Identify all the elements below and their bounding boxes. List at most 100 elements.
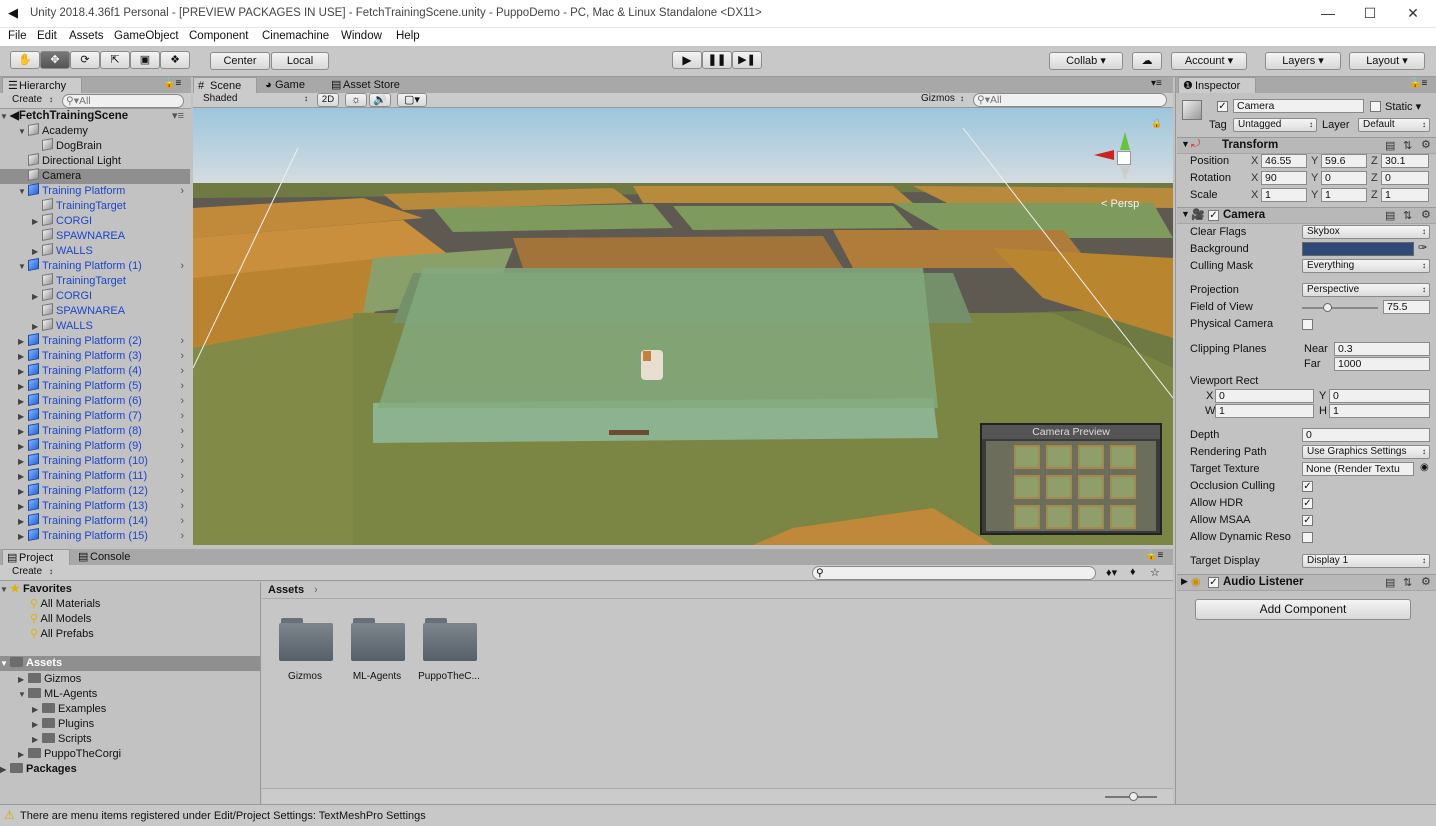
prefab-open-chevron-icon[interactable]: ›: [180, 439, 184, 454]
add-component-button[interactable]: Add Component: [1195, 599, 1411, 620]
play-button[interactable]: ▶: [672, 51, 702, 69]
tab-console[interactable]: ▤ Console: [74, 549, 144, 565]
prefab-open-chevron-icon[interactable]: ›: [180, 484, 184, 499]
lighting-toggle-icon[interactable]: ☼: [345, 93, 367, 107]
scale-tool-icon[interactable]: ⇱: [100, 51, 130, 69]
tab-project[interactable]: ▤ Project: [2, 549, 70, 565]
clear-flags-dropdown[interactable]: Skybox: [1302, 225, 1430, 239]
prefab-open-chevron-icon[interactable]: ›: [180, 349, 184, 364]
target-display-dropdown[interactable]: Display 1: [1302, 554, 1430, 568]
menu-component[interactable]: Component: [189, 30, 248, 42]
hierarchy-item[interactable]: ▶ Training Platform (4) ›: [0, 363, 190, 379]
prefab-open-chevron-icon[interactable]: ›: [180, 184, 184, 199]
audio-toggle-icon[interactable]: 🔊: [369, 93, 391, 107]
persp-label[interactable]: < Persp: [1101, 198, 1139, 210]
hierarchy-item[interactable]: TrainingTarget: [0, 273, 190, 289]
hierarchy-item[interactable]: ▶ CORGI: [0, 213, 190, 229]
rotation-y-field[interactable]: 0: [1321, 171, 1367, 185]
asset-tree-item[interactable]: ▼ ML-Agents: [18, 687, 97, 702]
hierarchy-create-dropdown[interactable]: Create: [8, 94, 56, 108]
lock-icon[interactable]: 🔒≡: [1145, 550, 1163, 561]
expand-arrow-icon[interactable]: ▶: [18, 484, 28, 499]
z-axis-handle[interactable]: [1120, 166, 1130, 180]
prefab-open-chevron-icon[interactable]: ›: [180, 499, 184, 514]
pivot-local-button[interactable]: Local: [271, 52, 329, 70]
asset-tree-item[interactable]: ▶ Plugins: [32, 717, 94, 732]
hierarchy-item[interactable]: Directional Light: [0, 153, 190, 169]
static-checkbox[interactable]: [1370, 101, 1381, 112]
filter-label-icon[interactable]: ♦: [1130, 566, 1136, 578]
step-button[interactable]: ▶❚: [732, 51, 762, 69]
hierarchy-item[interactable]: DogBrain: [0, 138, 190, 154]
gizmos-dropdown[interactable]: Gizmos: [917, 93, 967, 107]
hierarchy-item[interactable]: ▶ Training Platform (3) ›: [0, 348, 190, 364]
depth-field[interactable]: 0: [1302, 428, 1430, 442]
position-y-field[interactable]: 59.6: [1321, 154, 1367, 168]
asset-folder-puppo[interactable]: [423, 618, 477, 662]
expand-arrow-icon[interactable]: ▶: [18, 334, 28, 349]
scene-root-row[interactable]: ▼ ◀FetchTrainingScene ▾≡: [0, 109, 190, 124]
layer-dropdown[interactable]: Default: [1358, 118, 1430, 132]
expand-arrow-icon[interactable]: ▶: [18, 394, 28, 409]
hierarchy-item[interactable]: ▶ Training Platform (10) ›: [0, 453, 190, 469]
fav-all-models[interactable]: ⚲ All Models: [30, 612, 91, 627]
minimize-icon[interactable]: —: [1312, 4, 1344, 22]
pause-button[interactable]: ❚❚: [702, 51, 732, 69]
hierarchy-item[interactable]: ▼ Training Platform ›: [0, 183, 190, 199]
2d-toggle-button[interactable]: 2D: [317, 93, 339, 107]
scale-y-axis-label[interactable]: Y: [1311, 189, 1318, 201]
expand-arrow-icon[interactable]: ▶: [18, 469, 28, 484]
gizmo-center[interactable]: [1117, 151, 1131, 165]
pivot-center-button[interactable]: Center: [210, 52, 270, 70]
background-color-field[interactable]: [1302, 242, 1414, 256]
scene-viewport[interactable]: < Persp 🔒 Camera Preview: [193, 108, 1173, 545]
fav-all-materials[interactable]: ⚲ All Materials: [30, 597, 100, 612]
settings-gear-icon[interactable]: ⚙: [1421, 208, 1431, 221]
hierarchy-item[interactable]: ▶ WALLS: [0, 318, 190, 334]
prefab-open-chevron-icon[interactable]: ›: [180, 259, 184, 274]
tab-game[interactable]: ◕ Game: [259, 77, 319, 93]
collab-dropdown[interactable]: Collab ▾: [1049, 52, 1123, 70]
project-create-dropdown[interactable]: Create: [8, 566, 56, 580]
account-dropdown[interactable]: Account ▾: [1171, 52, 1247, 70]
asset-folder-gizmos[interactable]: [279, 618, 333, 662]
hierarchy-item[interactable]: ▶ Training Platform (9) ›: [0, 438, 190, 454]
expand-arrow-icon[interactable]: ▼: [18, 259, 28, 274]
prefab-open-chevron-icon[interactable]: ›: [180, 379, 184, 394]
camera-header[interactable]: ▼ 🎥 ✓ Camera ▤ ⇅ ⚙: [1177, 207, 1436, 224]
object-picker-icon[interactable]: ◉: [1420, 462, 1429, 473]
rect-tool-icon[interactable]: ▣: [130, 51, 160, 69]
assets-root-row[interactable]: ▼ Assets: [0, 656, 260, 671]
viewport-x-field[interactable]: 0: [1215, 389, 1314, 403]
prefab-open-chevron-icon[interactable]: ›: [180, 529, 184, 544]
expand-arrow-icon[interactable]: ▶: [32, 717, 42, 732]
rotation-x-field[interactable]: 90: [1261, 171, 1307, 185]
expand-arrow-icon[interactable]: ▶: [18, 747, 28, 762]
rotation-z-axis-label[interactable]: Z: [1371, 172, 1378, 184]
help-icon[interactable]: ▤: [1385, 576, 1395, 589]
scale-z-axis-label[interactable]: Z: [1371, 189, 1378, 201]
asset-tree-item[interactable]: ▶ Scripts: [32, 732, 92, 747]
hdr-checkbox[interactable]: ✓: [1302, 498, 1313, 509]
prefab-open-chevron-icon[interactable]: ›: [180, 364, 184, 379]
expand-arrow-icon[interactable]: ▶: [32, 319, 42, 334]
hierarchy-item[interactable]: SPAWNAREA: [0, 303, 190, 319]
effects-toggle-icon[interactable]: ▢▾: [397, 93, 427, 107]
hierarchy-item[interactable]: ▶ Training Platform (6) ›: [0, 393, 190, 409]
near-field[interactable]: 0.3: [1334, 342, 1430, 356]
preset-icon[interactable]: ⇅: [1403, 139, 1412, 152]
hierarchy-item[interactable]: ▶ Training Platform (12) ›: [0, 483, 190, 499]
audio-enabled-checkbox[interactable]: ✓: [1208, 577, 1219, 588]
audio-listener-header[interactable]: ▶ ◉ ✓ Audio Listener ▤ ⇅ ⚙: [1177, 574, 1436, 591]
prefab-open-chevron-icon[interactable]: ›: [180, 469, 184, 484]
viewport-y-field[interactable]: 0: [1329, 389, 1430, 403]
hierarchy-item[interactable]: ▶ CORGI: [0, 288, 190, 304]
scene-gizmo[interactable]: [1088, 128, 1158, 188]
expand-arrow-icon[interactable]: ▶: [32, 732, 42, 747]
help-icon[interactable]: ▤: [1385, 139, 1395, 152]
lock-icon[interactable]: 🔒≡: [163, 78, 181, 89]
scale-y-field[interactable]: 1: [1321, 188, 1367, 202]
fov-slider-thumb[interactable]: [1323, 303, 1333, 312]
hand-tool-icon[interactable]: ✋: [10, 51, 40, 69]
expand-arrow-icon[interactable]: ▶: [32, 244, 42, 259]
